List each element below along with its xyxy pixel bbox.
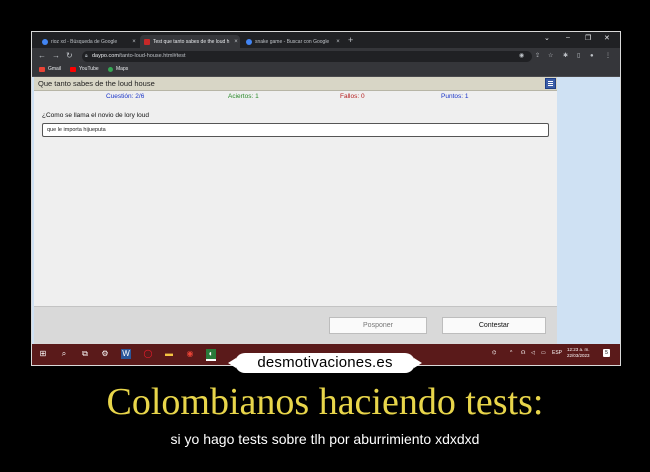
bookmark-youtube[interactable]: YouTube — [70, 66, 99, 72]
points-counter: Puntos: 1 — [441, 93, 468, 100]
url-path: /tanto-loud-house.html#test — [118, 53, 186, 59]
tray-chevron-icon[interactable]: ^ — [510, 350, 512, 356]
tab-google-search[interactable]: rioz xd - Búsqueda de Google × — [38, 35, 138, 48]
tab-daypo-test[interactable]: Test que tanto sabes de the loud h × — [140, 35, 240, 48]
maps-pin-icon — [108, 66, 113, 72]
language-indicator[interactable]: ESP — [552, 350, 562, 356]
wrong-counter: Fallos: 0 — [340, 93, 365, 100]
search-icon[interactable]: ⌕ — [59, 349, 69, 359]
network-icon[interactable]: ⌬ — [492, 350, 496, 356]
quiz-panel: Que tanto sabes de the loud house Cuesti… — [34, 77, 557, 345]
lock-icon: 🔒︎ — [85, 53, 88, 59]
correct-label: Aciertos: — [228, 93, 254, 100]
restore-icon[interactable]: ❐ — [585, 34, 591, 42]
taskbar-clock[interactable]: 12:23 a. m. 22/03/2023 — [567, 347, 590, 359]
reload-icon[interactable]: ↻ — [66, 51, 73, 61]
bookmark-label: Maps — [116, 66, 129, 72]
bookmark-label: YouTube — [79, 66, 99, 72]
windows-start-icon[interactable]: ⊞ — [38, 349, 48, 359]
wrong-label: Fallos: — [340, 93, 360, 100]
quiz-button-bar: Posponer Contestar — [34, 306, 557, 345]
google-lens-icon[interactable]: ◉ — [519, 52, 524, 60]
hamburger-menu-icon[interactable] — [545, 78, 556, 89]
daypo-favicon-icon — [144, 38, 150, 45]
tab-search-chevron-icon[interactable]: ⌄ — [544, 34, 550, 42]
browser-tab-strip: rioz xd - Búsqueda de Google × Test que … — [32, 32, 620, 48]
submit-answer-button[interactable]: Contestar — [442, 317, 546, 334]
bookmarks-bar: Gmail YouTube Maps — [32, 64, 620, 77]
kebab-menu-icon[interactable]: ⋮ — [605, 52, 611, 60]
bookmark-maps[interactable]: Maps — [108, 66, 128, 72]
address-bar[interactable]: 🔒︎ daypo.com/tanto-loud-house.html#test — [82, 51, 532, 62]
web-page: Que tanto sabes de the loud house Cuesti… — [32, 77, 620, 345]
question-counter: Cuestión: 2/6 — [106, 93, 144, 100]
correct-value: 1 — [255, 93, 259, 100]
close-tab-icon[interactable]: × — [130, 39, 138, 45]
close-tab-icon[interactable]: × — [334, 39, 342, 45]
question-label: Cuestión: — [106, 93, 134, 100]
forward-arrow-icon[interactable]: → — [52, 51, 60, 61]
google-favicon-icon — [246, 38, 252, 45]
close-window-icon[interactable]: ✕ — [604, 34, 610, 42]
poster-subtitle: si yo hago tests sobre tlh por aburrimie… — [170, 431, 480, 447]
bookmark-label: Gmail — [48, 66, 62, 72]
tab-title: snake game - Buscar con Google — [255, 38, 330, 45]
answer-input[interactable] — [42, 123, 549, 137]
new-tab-plus-icon[interactable]: + — [348, 35, 353, 45]
desmotivaciones-logo: desmotivaciones.es — [228, 353, 422, 373]
postpone-button[interactable]: Posponer — [329, 317, 427, 334]
wifi-icon[interactable]: ☊ — [521, 350, 525, 356]
side-panel-icon[interactable]: ▯ — [577, 52, 580, 60]
minimize-icon[interactable]: – — [566, 34, 570, 41]
wrong-value: 0 — [360, 93, 365, 100]
active-app-icon[interactable]: ◐ — [206, 349, 216, 361]
notification-badge[interactable]: 5 — [603, 349, 610, 357]
widgets-icon[interactable]: ⚙ — [100, 349, 110, 359]
word-icon[interactable]: W — [121, 349, 131, 359]
close-tab-icon[interactable]: × — [232, 39, 240, 45]
bookmark-star-icon[interactable]: ☆ — [548, 52, 553, 60]
back-arrow-icon[interactable]: ← — [38, 51, 46, 61]
correct-counter: Aciertos: 1 — [228, 93, 259, 100]
clock-date: 22/03/2023 — [567, 353, 590, 358]
youtube-icon — [70, 66, 76, 72]
tab-snake-search[interactable]: snake game - Buscar con Google × — [242, 35, 342, 48]
extensions-puzzle-icon[interactable]: ✱ — [563, 52, 568, 60]
url-host: daypo.com — [92, 53, 119, 59]
gmail-icon — [39, 66, 45, 72]
chrome-icon[interactable]: ◉ — [185, 349, 195, 359]
poster-title: Colombianos haciendo tests: — [106, 381, 544, 423]
points-label: Puntos: — [441, 93, 464, 100]
screenshot-frame: rioz xd - Búsqueda de Google × Test que … — [31, 31, 621, 366]
tab-title: Test que tanto sabes de the loud h — [153, 38, 230, 45]
points-value: 1 — [464, 93, 469, 100]
quiz-header: Que tanto sabes de the loud house — [34, 77, 557, 91]
opera-icon[interactable]: ◯ — [143, 349, 153, 359]
tab-title: rioz xd - Búsqueda de Google — [51, 38, 118, 45]
task-view-icon[interactable]: ⧉ — [80, 349, 90, 359]
question-text: ¿Como se llama el novio de lory loud — [42, 112, 149, 119]
quiz-stats: Cuestión: 2/6 Aciertos: 1 Fallos: 0 Punt… — [34, 91, 557, 102]
volume-icon[interactable]: ◁ — [531, 350, 535, 356]
file-explorer-icon[interactable]: ▬ — [164, 349, 174, 359]
battery-icon[interactable]: ▭ — [541, 350, 546, 356]
google-favicon-icon — [42, 38, 48, 45]
browser-toolbar: ← → ↻ 🔒︎ daypo.com/tanto-loud-house.html… — [32, 48, 620, 64]
bookmark-gmail[interactable]: Gmail — [39, 66, 61, 72]
question-value: 2/6 — [135, 93, 145, 100]
share-icon[interactable]: ⇪ — [535, 52, 540, 60]
profile-avatar-icon[interactable]: ● — [590, 52, 594, 60]
quiz-title: Que tanto sabes de the loud house — [38, 79, 155, 88]
